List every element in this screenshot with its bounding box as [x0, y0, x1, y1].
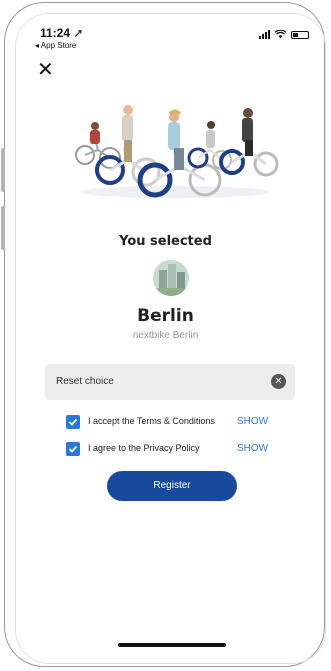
- selected-title: You selected: [119, 234, 212, 249]
- clear-icon[interactable]: ✕: [271, 374, 286, 389]
- city-name: Berlin: [137, 306, 194, 326]
- side-button-mute: [1, 148, 5, 192]
- terms-label: I accept the Terms & Conditions: [88, 416, 215, 426]
- battery-icon: [291, 31, 309, 39]
- privacy-consent-row: I agree to the Privacy Policy SHOW: [66, 442, 276, 458]
- cyclists-illustration: [75, 105, 279, 198]
- reset-choice-label: Reset choice: [56, 376, 114, 387]
- privacy-checkbox[interactable]: [66, 442, 80, 456]
- reset-choice-field[interactable]: Reset choice ✕: [45, 364, 295, 400]
- provider-name: nextbike Berlin: [132, 330, 199, 341]
- back-to-app-store[interactable]: ◂ App Store: [35, 41, 76, 50]
- close-icon: ✕: [37, 59, 54, 81]
- status-time: 11:24 ➚: [40, 26, 84, 40]
- home-indicator[interactable]: [118, 643, 226, 647]
- terms-checkbox[interactable]: [66, 415, 80, 429]
- wifi-icon: [275, 30, 286, 39]
- status-icons: [259, 30, 309, 39]
- cyclist-4: [187, 121, 232, 170]
- register-button[interactable]: Register: [107, 471, 237, 501]
- terms-show-link[interactable]: SHOW: [237, 416, 268, 427]
- cyclist-2: [95, 105, 161, 187]
- privacy-label: I agree to the Privacy Policy: [88, 443, 200, 453]
- checkmark-icon: [68, 445, 78, 453]
- terms-consent-row: I accept the Terms & Conditions SHOW: [66, 415, 276, 431]
- city-avatar: [153, 260, 189, 296]
- privacy-show-link[interactable]: SHOW: [237, 443, 268, 454]
- location-arrow-icon: ➚: [73, 26, 84, 40]
- cellular-signal-icon: [259, 30, 270, 39]
- close-button[interactable]: ✕: [37, 60, 54, 80]
- checkmark-icon: [68, 418, 78, 426]
